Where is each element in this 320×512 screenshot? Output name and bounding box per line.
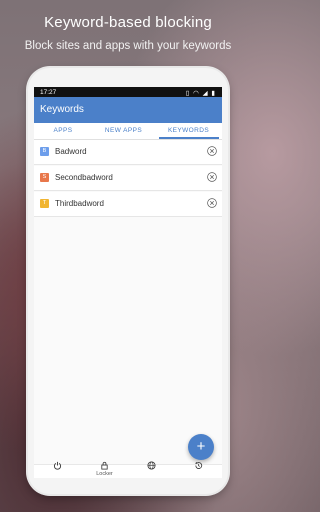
status-time: 17:27: [40, 88, 57, 96]
keyword-letter-badge: S: [40, 173, 49, 182]
promo-title: Keyword-based blocking: [44, 14, 212, 31]
remove-circle-icon[interactable]: [207, 198, 217, 208]
wifi-icon: ◠: [193, 89, 200, 97]
app-bar: Keywords: [34, 97, 222, 123]
tab-selected-indicator: [159, 137, 219, 139]
vibrate-icon: ▯: [185, 89, 191, 97]
keyword-label: Thirdbadword: [55, 199, 104, 208]
bottom-nav: Locker: [34, 461, 222, 478]
list-item[interactable]: S Secondbadword: [34, 166, 222, 191]
tab-bar: APPS NEW APPS KEYWORDS: [34, 123, 222, 140]
app-screen: 17:27 ▯ ◠ ◢ ▮ Keywords APPS NEW APPS KEY…: [34, 87, 222, 478]
tab-apps[interactable]: APPS: [34, 127, 92, 134]
nav-item-locker[interactable]: Locker: [81, 461, 128, 478]
promo-subtitle: Block sites and apps with your keywords: [24, 40, 232, 52]
status-bar: 17:27 ▯ ◠ ◢ ▮: [34, 87, 222, 97]
page-title: Keywords: [40, 104, 84, 115]
keyword-letter-badge: T: [40, 199, 49, 208]
globe-icon: [147, 461, 156, 470]
status-icons: ▯ ◠ ◢ ▮: [186, 89, 216, 97]
list-item[interactable]: T Thirdbadword: [34, 192, 222, 217]
add-keyword-button[interactable]: +: [188, 434, 214, 460]
remove-circle-icon[interactable]: [207, 146, 217, 156]
lock-icon: [101, 461, 108, 470]
keyword-label: Badword: [55, 147, 87, 156]
phone-frame: 17:27 ▯ ◠ ◢ ▮ Keywords APPS NEW APPS KEY…: [28, 68, 228, 494]
keyword-label: Secondbadword: [55, 173, 113, 182]
tab-new-apps[interactable]: NEW APPS: [92, 127, 155, 134]
tab-keywords[interactable]: KEYWORDS: [155, 127, 222, 134]
keyword-letter-badge: B: [40, 147, 49, 156]
battery-icon: ▮: [211, 89, 216, 97]
power-icon: [53, 461, 62, 470]
remove-circle-icon[interactable]: [207, 172, 217, 182]
signal-icon: ◢: [202, 89, 209, 97]
nav-item-web[interactable]: [128, 461, 175, 478]
list-item[interactable]: B Badword: [34, 140, 222, 165]
history-icon: [195, 461, 203, 469]
nav-item-power[interactable]: [34, 461, 81, 478]
nav-item-history[interactable]: [175, 461, 222, 478]
nav-label-locker: Locker: [96, 471, 113, 477]
